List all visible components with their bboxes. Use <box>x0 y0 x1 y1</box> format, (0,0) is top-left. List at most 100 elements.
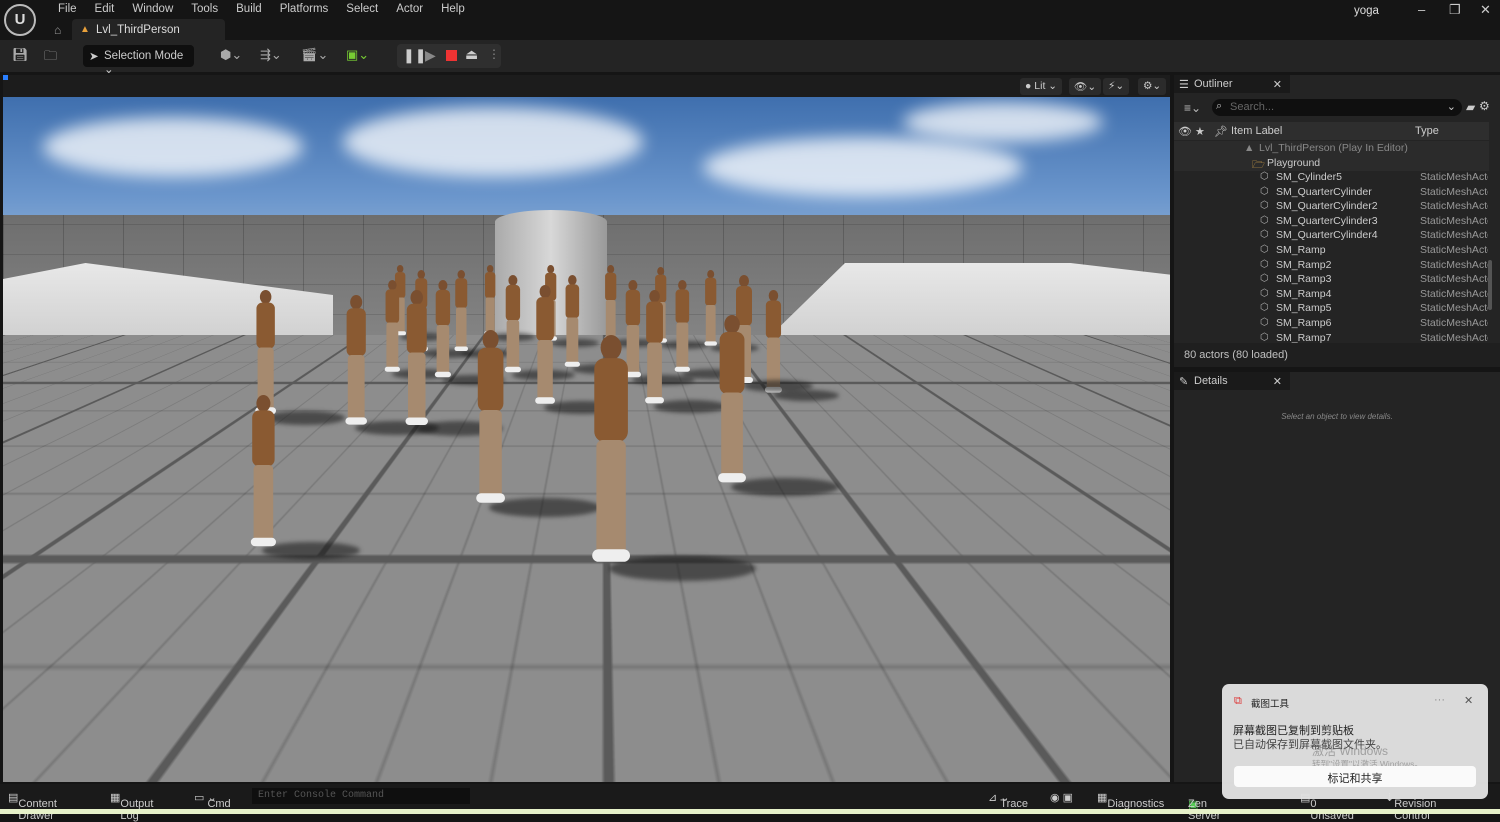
static-mesh-icon: ⬡ <box>1260 331 1269 343</box>
outliner-tab[interactable]: ☰ Outliner ✕ <box>1174 75 1290 93</box>
snipping-tool-notification[interactable]: ⧉ 截图工具 ··· ✕ 屏幕截图已复制到剪贴板 已自动保存到屏幕截图文件夹。 … <box>1222 684 1488 799</box>
character[interactable] <box>343 295 369 427</box>
outliner-header: 👁︎ ★ 📌︎ Item Label Type <box>1174 122 1489 140</box>
eject-icon[interactable]: ⏏ <box>465 46 478 63</box>
close-icon[interactable]: ✕ <box>1273 78 1282 91</box>
outliner-row[interactable]: ⬡ SM_QuarterCylinder StaticMeshActor <box>1174 185 1489 200</box>
outliner-settings-icon[interactable]: ⚙ <box>1479 99 1490 113</box>
unreal-logo[interactable]: U <box>4 4 36 36</box>
mark-and-share-button[interactable]: 标记和共享 <box>1234 766 1476 787</box>
menu-file[interactable]: File <box>49 3 86 15</box>
browse-icon[interactable]: 🗀 <box>44 47 57 69</box>
folder-row[interactable]: 🗁 Playground <box>1174 156 1489 171</box>
output-log-button[interactable]: ▦ Output Log <box>110 791 153 822</box>
cinematics-icon[interactable]: 🎬︎⌄ <box>301 47 328 63</box>
outliner-row[interactable]: ⬡ SM_QuarterCylinder2 StaticMeshActor <box>1174 199 1489 214</box>
outliner-row[interactable]: ⬡ SM_Ramp StaticMeshActor <box>1174 243 1489 258</box>
character[interactable] <box>248 395 279 549</box>
viewport-options-icon[interactable] <box>3 75 8 80</box>
details-title: Details <box>1194 375 1228 387</box>
level-icon: ▲ <box>1244 142 1255 154</box>
menu-build[interactable]: Build <box>227 3 271 15</box>
character[interactable] <box>763 290 784 395</box>
pause-icon[interactable]: ❚❚ <box>403 47 426 64</box>
row-type: StaticMeshActor <box>1420 214 1488 227</box>
trace-button[interactable]: ⊿ Trace ⌄ <box>988 791 1028 810</box>
menu-select[interactable]: Select <box>337 3 387 15</box>
character[interactable] <box>483 265 497 337</box>
character[interactable] <box>533 285 557 406</box>
details-empty-message: Select an object to view details. <box>1281 412 1393 421</box>
activation-watermark: 激活 Windows <box>1312 744 1389 758</box>
outliner-row[interactable]: ⬡ SM_Ramp3 StaticMeshActor <box>1174 272 1489 287</box>
character[interactable] <box>453 270 470 353</box>
diagnostics-button[interactable]: ▦ Diagnostics <box>1097 791 1164 810</box>
restore-icon[interactable]: ❐ <box>1449 2 1461 18</box>
close-icon[interactable]: ✕ <box>1273 375 1282 388</box>
level-tab-label: Lvl_ThirdPerson <box>96 24 180 36</box>
character[interactable] <box>588 335 634 566</box>
row-label: SM_QuarterCylinder2 <box>1276 200 1378 213</box>
level-tab[interactable]: ▲ Lvl_ThirdPerson <box>72 19 225 40</box>
outliner-row[interactable]: ⬡ SM_QuarterCylinder4 StaticMeshActor <box>1174 228 1489 243</box>
character[interactable] <box>715 315 749 486</box>
outliner-row[interactable]: ⬡ SM_Cylinder5 StaticMeshActor <box>1174 170 1489 185</box>
cursor-icon: ➤ <box>89 51 99 63</box>
platform-icon[interactable]: ▣⌄ <box>346 47 369 63</box>
menu-window[interactable]: Window <box>123 3 182 15</box>
cmd-button[interactable]: ▭ Cmd ⌄ <box>194 791 231 810</box>
home-icon[interactable]: ⌂ <box>54 23 61 37</box>
menu-edit[interactable]: Edit <box>86 3 124 15</box>
save-icon[interactable]: 💾︎ <box>12 47 29 63</box>
menu-actor[interactable]: Actor <box>387 3 432 15</box>
pin-icon[interactable]: 📌︎ <box>1214 125 1228 138</box>
content-drawer-button[interactable]: ▤ Content Drawer <box>8 791 57 822</box>
step-icon[interactable]: ▶ <box>425 47 436 64</box>
outliner-row[interactable]: ⬡ SM_Ramp2 StaticMeshActor <box>1174 258 1489 273</box>
toast-close-icon[interactable]: ✕ <box>1464 694 1473 707</box>
more-icon[interactable]: ⋮ <box>488 47 500 61</box>
character[interactable] <box>433 280 453 379</box>
favorite-icon[interactable]: ★ <box>1195 125 1205 138</box>
character[interactable] <box>383 280 402 374</box>
settings-icon[interactable]: ⚙⌄ <box>1138 78 1167 95</box>
level-row[interactable]: ▲ Lvl_ThirdPerson (Play In Editor) <box>1174 141 1489 156</box>
outliner-scrollbar[interactable] <box>1488 260 1492 310</box>
character[interactable] <box>473 330 508 506</box>
character[interactable] <box>563 275 582 369</box>
menu-platforms[interactable]: Platforms <box>271 3 338 15</box>
outliner-row[interactable]: ⬡ SM_Ramp6 StaticMeshActor <box>1174 316 1489 331</box>
menu-tools[interactable]: Tools <box>182 3 227 15</box>
filter-icon[interactable]: ≡⌄ <box>1184 101 1201 115</box>
character[interactable] <box>403 290 431 428</box>
outliner-row[interactable]: ⬡ SM_QuarterCylinder3 StaticMeshActor <box>1174 214 1489 229</box>
lit-label: Lit <box>1034 80 1046 92</box>
outliner-row[interactable]: ⬡ SM_Ramp4 StaticMeshActor <box>1174 287 1489 302</box>
character[interactable] <box>603 265 618 342</box>
blueprint-icon[interactable]: ⇶⌄ <box>260 47 282 63</box>
outliner-panel: ☰ Outliner ✕ ≡⌄ ⌕ Search... ⌄ ▰ ⚙ 👁︎ ★ 📌︎ It… <box>1174 75 1500 367</box>
character[interactable] <box>673 280 692 374</box>
selection-mode-button[interactable]: ➤ Selection Mode ⌄ <box>83 45 194 76</box>
stop-icon[interactable] <box>446 50 457 61</box>
level-viewport[interactable]: ● Lit ⌄ 👁︎⌄ ⚡︎⌄ ⚙⌄ <box>3 75 1170 782</box>
details-tab[interactable]: ✎ Details ✕ <box>1174 372 1290 390</box>
realtime-icon[interactable]: ⚡︎⌄ <box>1103 78 1130 95</box>
record-icon[interactable]: ◉ ▣ <box>1050 791 1073 804</box>
console-input[interactable]: Enter Console Command <box>252 788 470 804</box>
outliner-search-input[interactable]: ⌕ Search... ⌄ <box>1212 99 1462 116</box>
column-type[interactable]: Type <box>1415 125 1439 137</box>
close-window-icon[interactable]: ✕ <box>1480 2 1491 18</box>
lit-button[interactable]: ● Lit ⌄ <box>1020 78 1063 95</box>
minimize-icon[interactable]: – <box>1418 2 1425 17</box>
menu-help[interactable]: Help <box>432 3 474 15</box>
character[interactable] <box>643 290 666 406</box>
column-item-label[interactable]: Item Label <box>1231 125 1282 137</box>
add-actor-icon[interactable]: ⬢⌄ <box>220 47 242 63</box>
new-folder-icon[interactable]: ▰ <box>1466 100 1475 114</box>
outliner-row[interactable]: ⬡ SM_Ramp5 StaticMeshActor <box>1174 301 1489 316</box>
visibility-icon[interactable]: 👁︎ <box>1178 125 1192 138</box>
toast-more-button[interactable]: ··· <box>1434 694 1445 706</box>
menu-bar: U File Edit Window Tools Build Platforms… <box>0 0 1500 40</box>
show-icon[interactable]: 👁︎⌄ <box>1069 78 1102 95</box>
